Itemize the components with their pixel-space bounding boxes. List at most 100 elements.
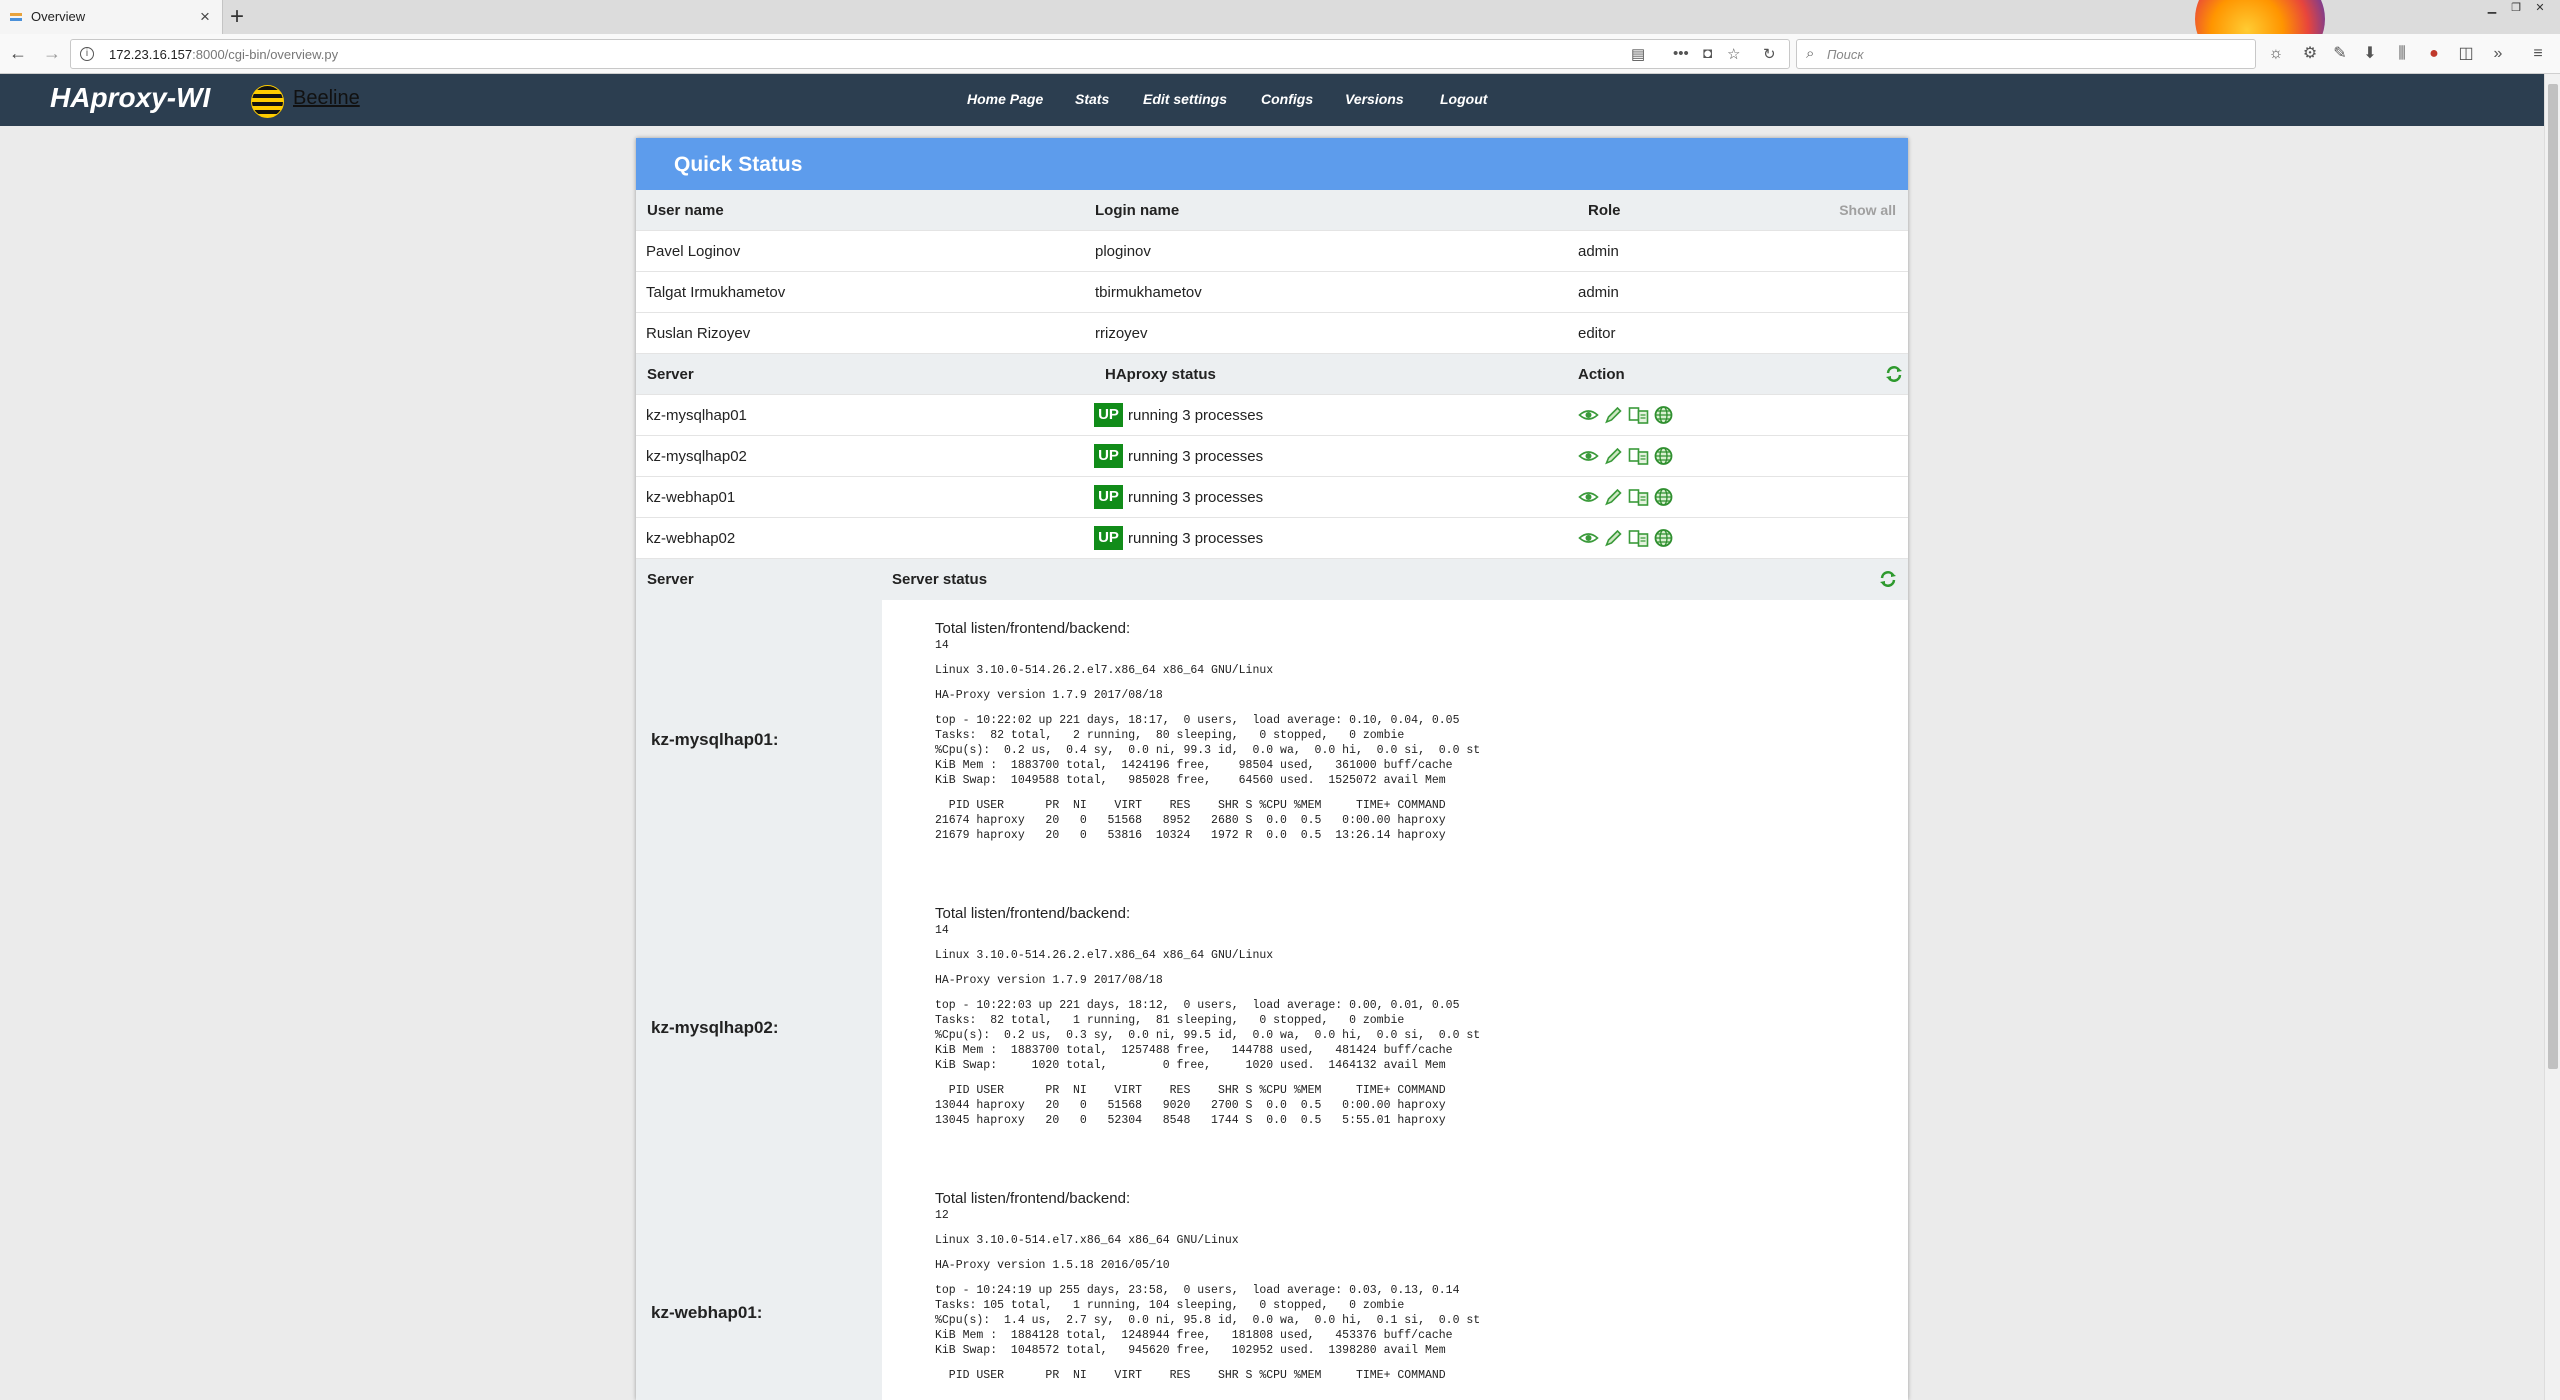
minimize-icon[interactable]: ▁ [2480, 0, 2504, 16]
user-login: ploginov [1095, 243, 1151, 260]
edit-pencil-icon[interactable] [1602, 445, 1625, 467]
sun-icon[interactable]: ☼ [2266, 44, 2286, 64]
user-role: editor [1578, 325, 1616, 342]
server-actions [1577, 445, 1675, 467]
users-table-header: User name Login name Role Show all [636, 190, 1908, 231]
tools-icon[interactable]: ✎ [2330, 44, 2350, 64]
edit-pencil-icon[interactable] [1602, 486, 1625, 508]
edit-pencil-icon[interactable] [1602, 527, 1625, 549]
view-eye-icon[interactable] [1577, 486, 1600, 508]
back-arrow-icon[interactable]: ← [9, 43, 27, 63]
server-status-label-cell: kz-mysqlhap01: [636, 600, 882, 885]
menu-versions[interactable]: Versions [1345, 91, 1404, 107]
compare-configs-icon[interactable] [1627, 445, 1650, 467]
view-eye-icon[interactable] [1577, 527, 1600, 549]
window-controls: ▁ ❐ ✕ [2480, 0, 2552, 18]
card-title: Quick Status [674, 153, 803, 176]
edit-pencil-icon[interactable] [1602, 404, 1625, 426]
window-close-icon[interactable]: ✕ [2528, 0, 2552, 16]
menu-configs[interactable]: Configs [1261, 91, 1313, 107]
user-name: Pavel Loginov [646, 243, 741, 260]
show-all-link[interactable]: Show all [1839, 202, 1896, 218]
url-path: :8000/cgi-bin/overview.py [192, 47, 339, 62]
app-header: HAproxy-WI Beeline Home Page Stats Edit … [0, 74, 2560, 126]
server-status-name: kz-mysqlhap01: [651, 730, 779, 749]
sidebar-icon[interactable]: ◫ [2456, 44, 2476, 64]
search-bar[interactable]: ⌕ Поиск [1796, 39, 2256, 69]
forward-arrow-icon[interactable]: → [43, 43, 61, 63]
server-status-info: Total listen/frontend/backend: 14 Linux … [935, 620, 1480, 843]
scrollbar-thumb[interactable] [2548, 84, 2558, 1069]
compare-configs-icon[interactable] [1627, 404, 1650, 426]
site-info-icon[interactable]: i [80, 47, 94, 61]
user-name: Ruslan Rizoyev [646, 325, 751, 342]
reader-view-icon[interactable]: ▤ [1631, 45, 1645, 63]
server-status-label-cell: kz-webhap01: [636, 1170, 882, 1400]
process-list: PID USER PR NI VIRT RES SHR S %CPU %MEM … [935, 799, 1446, 842]
haproxy-version: HA-Proxy version 1.7.9 2017/08/18 [935, 689, 1163, 702]
user-role: admin [1578, 284, 1619, 301]
haproxy-status-text: running 3 processes [1128, 407, 1264, 424]
haproxy-status-text: running 3 processes [1128, 448, 1264, 465]
download-icon[interactable]: ⬇ [2360, 44, 2380, 64]
maximize-icon[interactable]: ❐ [2504, 0, 2528, 16]
server-name: kz-webhap01 [646, 489, 736, 506]
col-action: Action [1578, 366, 1625, 383]
menu-home-page[interactable]: Home Page [967, 91, 1043, 107]
url-host: 172.23.16.157 [109, 47, 193, 62]
library-icon[interactable]: ⫼ [2392, 44, 2412, 64]
url-text[interactable]: 172.23.16.157:8000/cgi-bin/overview.py [109, 47, 338, 62]
overflow-chevron-icon[interactable]: » [2488, 44, 2508, 64]
col-role: Role [1588, 202, 1621, 219]
status-badge: UP [1094, 526, 1123, 550]
quick-status-card: Quick Status User name Login name Role S… [636, 138, 1908, 1400]
close-tab-icon[interactable]: × [200, 7, 210, 27]
hamburger-menu-icon[interactable]: ≡ [2528, 44, 2548, 64]
server-status-name: kz-mysqlhap02: [651, 1018, 779, 1037]
server-row: kz-webhap02 UP running 3 processes [636, 518, 1908, 559]
globe-icon[interactable] [1652, 527, 1675, 549]
server-row: kz-webhap01 UP running 3 processes [636, 477, 1908, 518]
compare-configs-icon[interactable] [1627, 486, 1650, 508]
adblock-icon[interactable]: ● [2424, 44, 2444, 64]
beeline-link[interactable]: Beeline [293, 87, 360, 110]
page-scrollbar[interactable] [2544, 74, 2560, 1400]
server-status-info: Total listen/frontend/backend: 12 Linux … [935, 1190, 1480, 1383]
haproxy-status-text: running 3 processes [1128, 489, 1264, 506]
status-badge: UP [1094, 444, 1123, 468]
globe-icon[interactable] [1652, 404, 1675, 426]
menu-edit-settings[interactable]: Edit settings [1143, 91, 1227, 107]
server-actions [1577, 404, 1675, 426]
url-bar[interactable]: i 172.23.16.157:8000/cgi-bin/overview.py… [70, 39, 1790, 69]
compare-configs-icon[interactable] [1627, 527, 1650, 549]
process-list: PID USER PR NI VIRT RES SHR S %CPU %MEM … [935, 1369, 1446, 1382]
reload-icon[interactable]: ↻ [1763, 45, 1776, 63]
app-logo[interactable]: HAproxy-WI [50, 82, 210, 114]
listen-count: 14 [935, 924, 949, 937]
user-role: admin [1578, 243, 1619, 260]
beeline-logo-icon [251, 85, 284, 118]
menu-stats[interactable]: Stats [1075, 91, 1109, 107]
col-server: Server [647, 366, 694, 383]
servers-table-header: Server HAproxy status Action [636, 354, 1908, 395]
bookmark-star-icon[interactable]: ☆ [1727, 45, 1740, 63]
process-list: PID USER PR NI VIRT RES SHR S %CPU %MEM … [935, 1084, 1446, 1127]
pocket-icon[interactable]: ◘ [1703, 45, 1712, 62]
page-actions-icon[interactable]: ••• [1673, 45, 1689, 62]
view-eye-icon[interactable] [1577, 404, 1600, 426]
search-icon: ⌕ [1806, 45, 1815, 62]
server-actions [1577, 527, 1675, 549]
view-eye-icon[interactable] [1577, 445, 1600, 467]
listen-title: Total listen/frontend/backend: [935, 620, 1131, 637]
new-tab-icon[interactable]: + [230, 3, 244, 31]
browser-tab[interactable]: Overview × [0, 0, 223, 34]
menu-logout[interactable]: Logout [1440, 91, 1487, 107]
col-login-name: Login name [1095, 202, 1180, 219]
refresh-icon[interactable] [1884, 364, 1904, 384]
globe-icon[interactable] [1652, 486, 1675, 508]
refresh-icon[interactable] [1878, 569, 1898, 589]
globe-icon[interactable] [1652, 445, 1675, 467]
haproxy-version: HA-Proxy version 1.7.9 2017/08/18 [935, 974, 1163, 987]
server-status-header: Server Server status [636, 559, 1908, 600]
extension-icon[interactable]: ⚙ [2300, 44, 2320, 64]
